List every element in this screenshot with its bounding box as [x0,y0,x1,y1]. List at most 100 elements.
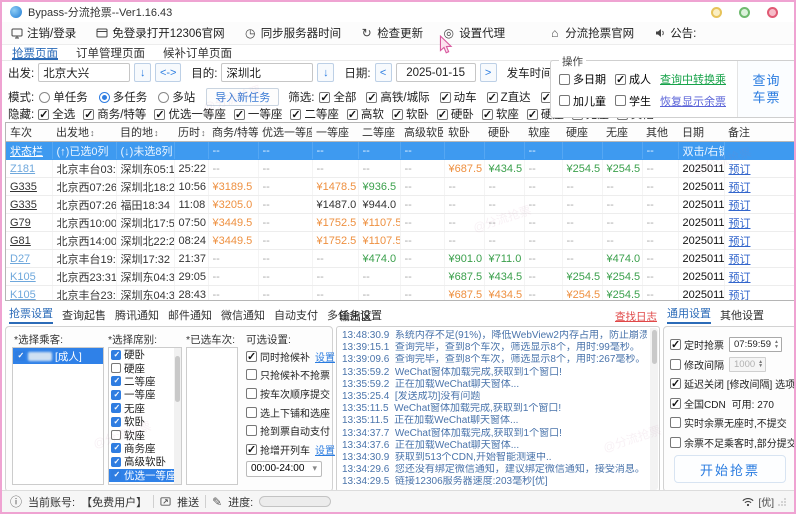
settings-tab-5[interactable]: 自动支付 [274,307,318,324]
checkbox[interactable] [439,91,451,104]
checkbox[interactable] [111,443,121,454]
checkbox[interactable] [670,377,681,390]
checkbox[interactable] [366,91,378,104]
train-row[interactable]: G81北京西14:00深圳北22:2408:24¥3449.5--¥1752.5… [6,231,794,250]
book-link[interactable]: 预订 [729,236,751,248]
column-header[interactable]: 软卧 [444,123,484,142]
hide-seat-filter[interactable]: 硬卧 [436,106,474,122]
menu-official-site[interactable]: ⌂ 分流抢票官网 [548,25,634,41]
book-link[interactable]: 预订 [729,272,751,284]
checkbox[interactable] [246,406,257,418]
grab-time-range-select[interactable]: 00:00-24:00 ▾ [246,460,322,477]
date-prev-button[interactable]: < [374,63,392,82]
column-header[interactable]: 高级软卧 [400,123,444,142]
hide-seat-filter[interactable]: 高软 [346,106,384,122]
minimize-button[interactable] [711,6,722,18]
seat-list-scrollbar[interactable] [174,348,181,484]
radio-button[interactable] [39,91,51,103]
maximize-button[interactable] [739,6,750,18]
checkbox[interactable] [481,108,493,121]
settings-tab-2[interactable]: 腾讯通知 [115,307,159,324]
checkbox[interactable] [111,376,121,387]
column-header[interactable]: 二等座 [358,123,400,142]
train-number-link[interactable]: Z181 [10,163,35,175]
mode-option[interactable]: 多任务 [98,89,147,105]
checkbox[interactable] [486,91,498,104]
train-number-link[interactable]: G335 [10,181,37,193]
book-link[interactable]: 预订 [729,182,751,194]
checkbox[interactable] [559,73,570,85]
train-type-filter[interactable]: 动车 [439,89,477,105]
ops-link[interactable]: 查询中转换乘 [660,71,726,87]
train-number-link[interactable]: D27 [10,253,30,265]
train-number-link[interactable]: K105 [10,271,36,283]
find-log-link[interactable]: 查找日志 [615,309,657,324]
spinner-icon[interactable]: ▲ ▼ [774,340,779,349]
mode-option[interactable]: 单任务 [39,89,88,105]
passenger-item[interactable]: [成人] [13,348,103,364]
general-setting[interactable]: 定时抢票07:59:59▲▼ [664,335,794,355]
book-link[interactable]: 预订 [729,218,751,230]
checkbox[interactable] [233,108,245,121]
column-header[interactable]: 车次 [6,123,52,142]
hide-seat-filter[interactable]: 软卧 [391,106,429,122]
menu-check-update[interactable]: ↻ 检查更新 [360,25,424,41]
checkbox[interactable] [319,91,331,104]
column-header[interactable]: 日期 [678,123,724,142]
train-row[interactable]: Z181北京丰台03:49深圳东05:1125:22----------¥687… [6,159,794,178]
page-tab-1[interactable]: 订单管理页面 [76,45,145,60]
checkbox[interactable] [111,389,121,400]
checkbox[interactable] [111,403,121,414]
seat-item[interactable]: 硬卧 [109,348,181,361]
checkbox[interactable] [246,369,257,381]
settings-tab-3[interactable]: 邮件通知 [168,307,212,324]
column-header[interactable]: 软座 [524,123,562,142]
checkbox[interactable] [526,108,538,121]
menu-logout-login[interactable]: 注销/登录 [10,25,76,41]
hide-seat-filter[interactable]: 二等座 [290,106,339,122]
seat-item[interactable]: 软座 [109,428,181,442]
settings-link[interactable]: 设置 [315,442,335,457]
hide-seat-filter[interactable]: 软座 [481,106,519,122]
seat-item[interactable]: 高级软卧 [109,455,181,468]
checkbox[interactable] [615,95,626,107]
checkbox[interactable] [670,417,681,429]
column-header[interactable]: 其他 [642,123,678,142]
checkbox[interactable] [246,350,257,363]
checkbox[interactable] [615,73,626,86]
optional-setting[interactable]: 同时抢候补设置 [246,347,335,366]
checkbox[interactable] [15,351,25,361]
checkbox[interactable] [246,387,257,399]
seat-item[interactable]: 二等座 [109,375,181,388]
radio-button[interactable] [158,91,170,103]
optional-setting[interactable]: 选上下铺和选座 [246,403,330,422]
checkbox[interactable] [246,443,257,456]
ops-option[interactable]: 加儿童 [559,93,606,109]
general-tab-0[interactable]: 通用设置 [667,305,711,324]
train-row[interactable]: G79北京西10:00深圳北17:5007:50¥3449.5--¥1752.5… [6,213,794,232]
settings-tab-0[interactable]: 抢票设置 [9,305,53,324]
close-button[interactable] [767,6,778,18]
column-header[interactable]: 硬卧 [484,123,524,142]
seat-item[interactable]: 商务座 [109,442,181,455]
column-header[interactable]: 出发地↕ [52,123,116,142]
column-header[interactable]: 一等座 [312,123,358,142]
ops-link[interactable]: 恢复显示余票 [660,93,726,109]
column-header[interactable]: 备注 [724,123,794,142]
seat-item[interactable]: 软卧 [109,415,181,428]
status-row[interactable]: 状态栏(↑)已选0列(↓)未选8列--------------双击/右键 [6,141,794,160]
book-link[interactable]: 预订 [729,290,751,301]
start-grabbing-button[interactable]: 开始抢票 [674,455,786,483]
checkbox[interactable] [246,425,257,437]
checkbox[interactable] [154,108,166,121]
ops-option[interactable]: 成人 [615,71,651,87]
output-log[interactable]: 13:48:30.9 系统内存不足(91%)，降低WebView2内存占用，防止… [336,326,660,492]
resize-grip[interactable] [778,497,786,506]
train-number-link[interactable]: K105 [10,289,36,301]
train-number-link[interactable]: G79 [10,217,31,229]
ops-option[interactable]: 学生 [615,93,651,109]
date-input[interactable]: 2025-01-15 [395,63,476,82]
menu-sync-time[interactable]: ◷ 同步服务器时间 [244,25,341,41]
checkbox[interactable] [670,397,681,410]
checkbox[interactable] [111,363,121,374]
